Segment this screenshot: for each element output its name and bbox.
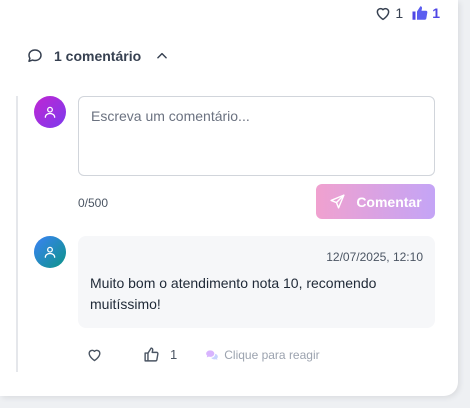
comments-count-label: 1 comentário xyxy=(54,48,142,64)
user-icon xyxy=(44,106,56,118)
comment-heart-button[interactable] xyxy=(86,346,103,363)
user-icon xyxy=(44,246,56,258)
comment-input[interactable] xyxy=(78,96,435,176)
post-card: 1 1 1 comentário 0/500 Comentar 12/07/20… xyxy=(0,0,458,396)
comment-actions: 1 Clique para reagir xyxy=(86,346,320,363)
heart-reaction-button[interactable]: 1 xyxy=(374,4,403,22)
heart-count: 1 xyxy=(395,5,404,21)
react-prompt-label: Clique para reagir xyxy=(224,347,320,362)
chat-bubbles-icon xyxy=(206,349,219,360)
thumbs-up-icon xyxy=(144,347,159,362)
like-count: 1 xyxy=(432,5,440,21)
comment-bubble: 12/07/2025, 12:10 Muito bom o atendiment… xyxy=(78,236,435,328)
thread-line xyxy=(16,96,18,372)
like-reaction-button[interactable]: 1 xyxy=(411,4,440,22)
current-user-avatar xyxy=(34,96,66,128)
post-reactions: 1 1 xyxy=(374,4,440,22)
comment-like-button[interactable]: 1 xyxy=(143,346,177,363)
heart-icon xyxy=(377,7,390,21)
comments-toggle[interactable]: 1 comentário xyxy=(26,47,169,65)
comment-timestamp: 12/07/2025, 12:10 xyxy=(326,250,423,264)
submit-comment-button[interactable]: Comentar xyxy=(316,184,435,219)
react-prompt[interactable]: Clique para reagir xyxy=(205,347,320,362)
heart-icon xyxy=(88,349,101,362)
speech-bubble-icon xyxy=(28,49,42,62)
commenter-avatar xyxy=(34,236,66,268)
send-icon xyxy=(330,194,345,209)
character-counter: 0/500 xyxy=(78,196,109,210)
comment-like-count: 1 xyxy=(170,347,178,362)
chevron-up-icon xyxy=(157,52,167,59)
thumbs-up-icon xyxy=(412,6,428,20)
comment-text: Muito bom o atendimento nota 10, recomen… xyxy=(90,275,377,312)
submit-comment-label: Comentar xyxy=(356,193,422,210)
